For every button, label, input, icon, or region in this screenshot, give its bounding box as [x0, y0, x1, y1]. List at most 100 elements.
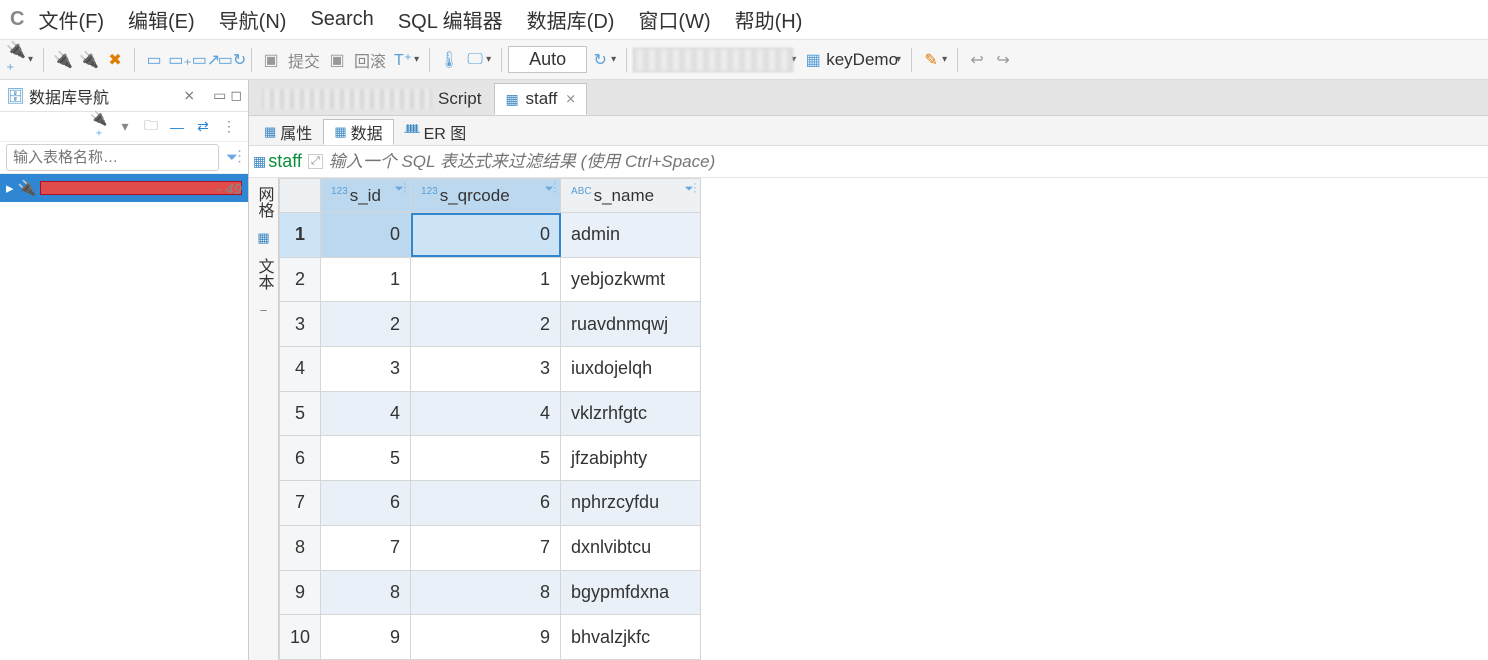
close-tab-icon[interactable]: ⨯	[565, 91, 576, 107]
monitor-icon[interactable]: 🖵	[464, 49, 486, 71]
menu-window[interactable]: 窗口(W)	[638, 5, 710, 34]
text-mode-icon[interactable]: ⎯	[260, 302, 267, 318]
sql-script-icon[interactable]: ▭₊	[169, 49, 191, 71]
table-row[interactable]: 100admin	[280, 213, 701, 258]
current-table-name[interactable]: staff	[268, 151, 302, 172]
cell[interactable]: bhvalzjkfc	[561, 615, 701, 660]
row-number[interactable]: 9	[280, 570, 321, 615]
cell[interactable]: 5	[411, 436, 561, 481]
history-forward-icon[interactable]: ↪	[992, 49, 1014, 71]
expand-arrow-icon[interactable]: ▸	[6, 179, 14, 197]
close-view-icon[interactable]: ⨯	[183, 87, 195, 104]
cell[interactable]: 3	[411, 347, 561, 392]
favorites-icon[interactable]: ✎	[920, 49, 942, 71]
cell[interactable]: 2	[411, 302, 561, 347]
link-editor-icon[interactable]: ⇄	[194, 118, 212, 135]
cell[interactable]: 3	[321, 347, 411, 392]
open-script-icon[interactable]: ▭↗	[195, 49, 217, 71]
table-row[interactable]: 211yebjozkwmt	[280, 257, 701, 302]
table-row[interactable]: 544vklzrhfgtc	[280, 391, 701, 436]
cell[interactable]: 9	[321, 615, 411, 660]
cell[interactable]: jfzabiphty	[561, 436, 701, 481]
dropdown-icon[interactable]: ▾	[116, 118, 134, 135]
expand-filter-icon[interactable]: ⤢	[308, 154, 323, 169]
folder-icon[interactable]: 🗀	[142, 115, 160, 139]
cell[interactable]: yebjozkwmt	[561, 257, 701, 302]
table-row[interactable]: 877dxnlvibtcu	[280, 525, 701, 570]
grid-mode-icon[interactable]: ▦	[257, 230, 269, 246]
new-connection-icon[interactable]: 🔌⁺	[6, 49, 28, 71]
autocommit-combo[interactable]: Auto	[508, 46, 587, 73]
cell[interactable]: 5	[321, 436, 411, 481]
menu-database[interactable]: 数据库(D)	[527, 5, 615, 34]
table-row[interactable]: 433iuxdojelqh	[280, 347, 701, 392]
row-number[interactable]: 2	[280, 257, 321, 302]
row-number[interactable]: 7	[280, 481, 321, 526]
menu-navigate[interactable]: 导航(N)	[219, 5, 287, 34]
cell[interactable]: vklzrhfgtc	[561, 391, 701, 436]
subtab-er-diagram[interactable]: ᚙ ER 图	[394, 119, 478, 145]
data-grid[interactable]: 123s_id⏷⁝123s_qrcode⏷⁝ABCs_name⏷⁝ 100adm…	[279, 178, 701, 660]
row-number[interactable]: 1	[280, 213, 321, 258]
table-row[interactable]: 988bgypmfdxna	[280, 570, 701, 615]
cell[interactable]: 1	[321, 257, 411, 302]
column-filter-icon[interactable]: ⏷⁝	[685, 183, 696, 196]
menu-edit[interactable]: 编辑(E)	[128, 5, 195, 34]
tab-staff[interactable]: ▦ staff ⨯	[494, 83, 587, 115]
dropdown-icon[interactable]: ▾	[611, 54, 616, 65]
grid-corner[interactable]	[280, 179, 321, 213]
new-conn-small-icon[interactable]: 🔌⁺	[90, 110, 108, 144]
row-number[interactable]: 3	[280, 302, 321, 347]
cell[interactable]: 1	[411, 257, 561, 302]
table-row[interactable]: 655jfzabiphty	[280, 436, 701, 481]
funnel-icon[interactable]: ⏷⁝	[219, 149, 248, 166]
cell[interactable]: 6	[411, 481, 561, 526]
sql-editor-icon[interactable]: ▭	[143, 49, 165, 71]
table-row[interactable]: 322ruavdnmqwj	[280, 302, 701, 347]
cell[interactable]: 0	[411, 213, 561, 258]
cell[interactable]: ruavdnmqwj	[561, 302, 701, 347]
cell[interactable]: 4	[411, 391, 561, 436]
dropdown-icon[interactable]: ▾	[942, 54, 947, 65]
tree-connection-row[interactable]: ▸ 🔌	[0, 174, 248, 202]
cell[interactable]: 7	[321, 525, 411, 570]
plug-icon[interactable]: 🔌	[52, 49, 74, 71]
menu-file[interactable]: 文件(F)	[38, 5, 104, 34]
subtab-data[interactable]: ▦ 数据	[323, 119, 393, 145]
cell[interactable]: 2	[321, 302, 411, 347]
table-row[interactable]: 1099bhvalzjkfc	[280, 615, 701, 660]
row-number[interactable]: 6	[280, 436, 321, 481]
column-header-s_qrcode[interactable]: 123s_qrcode⏷⁝	[411, 179, 561, 213]
navigator-tree[interactable]: ▸ 🔌 - 49	[0, 174, 248, 660]
presentation-text[interactable]: 文本	[252, 258, 276, 290]
column-filter-icon[interactable]: ⏷⁝	[545, 183, 556, 196]
disconnect-icon[interactable]: ✖	[104, 49, 126, 71]
collapse-icon[interactable]: —	[168, 119, 186, 135]
history-back-icon[interactable]: ↩	[966, 49, 988, 71]
connection-combo-obscured[interactable]	[633, 48, 793, 72]
dropdown-icon[interactable]: ▾	[486, 54, 491, 65]
cell[interactable]: 4	[321, 391, 411, 436]
cell[interactable]: 8	[321, 570, 411, 615]
navigator-filter-input[interactable]	[6, 144, 219, 171]
menu-help[interactable]: 帮助(H)	[735, 5, 803, 34]
refresh-icon[interactable]: ↻	[589, 49, 611, 71]
dropdown-icon[interactable]: ▾	[896, 54, 901, 65]
cell[interactable]: 0	[321, 213, 411, 258]
cell[interactable]: bgypmfdxna	[561, 570, 701, 615]
recent-script-icon[interactable]: ▭↻	[221, 49, 243, 71]
cell[interactable]: 9	[411, 615, 561, 660]
transaction-icon[interactable]: T⁺	[392, 49, 414, 71]
minimize-icon[interactable]: ▭	[213, 87, 226, 104]
row-number[interactable]: 10	[280, 615, 321, 660]
cell[interactable]: dxnlvibtcu	[561, 525, 701, 570]
row-number[interactable]: 5	[280, 391, 321, 436]
menu-search[interactable]: Search	[310, 8, 373, 31]
cell[interactable]: 7	[411, 525, 561, 570]
presentation-grid[interactable]: 网格	[252, 186, 276, 218]
subtab-properties[interactable]: ▦ 属性	[253, 119, 323, 145]
row-number[interactable]: 8	[280, 525, 321, 570]
maximize-icon[interactable]: ◻	[230, 87, 242, 104]
cell[interactable]: 8	[411, 570, 561, 615]
column-header-s_name[interactable]: ABCs_name⏷⁝	[561, 179, 701, 213]
